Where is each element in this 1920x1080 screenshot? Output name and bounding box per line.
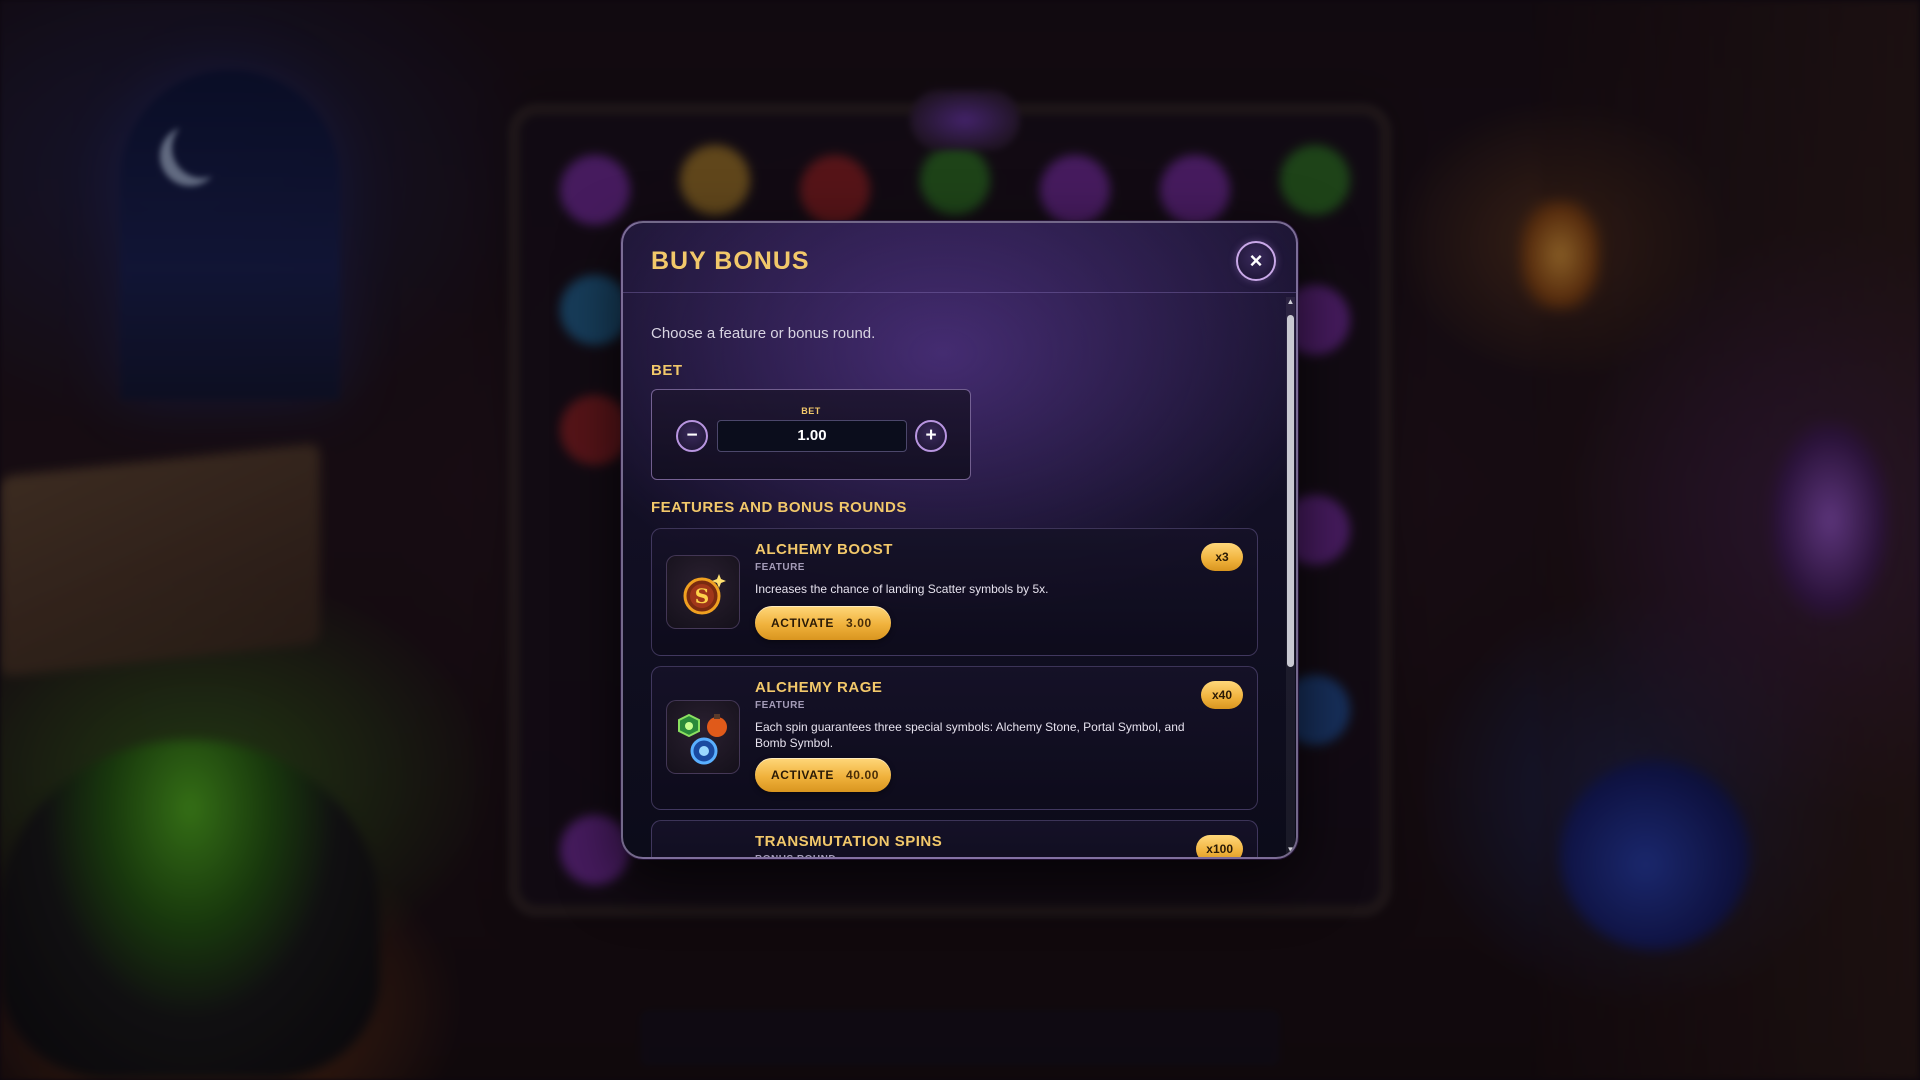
modal-title: BUY BONUS [651,247,810,275]
card-title: ALCHEMY BOOST [755,541,893,558]
activate-button[interactable]: ACTIVATE 3.00 [755,606,891,640]
activate-price: 40.00 [846,768,880,782]
multiplier-badge: x3 [1201,543,1243,571]
bet-control: BET − 1.00 + [651,389,971,480]
special-symbols-icon [666,700,740,774]
card-type: FEATURE [755,700,805,711]
svg-text:S: S [695,584,709,608]
feature-card-alchemy-rage: ALCHEMY RAGE FEATURE Each spin guarantee… [651,666,1258,810]
activate-label: ACTIVATE [771,616,835,630]
bet-decrease-button[interactable]: − [676,420,708,452]
card-title: ALCHEMY RAGE [755,679,883,696]
bonus-round-icon [666,857,740,859]
card-type: BONUS ROUND [755,854,836,857]
modal-scrollbar[interactable]: ▲ ▼ [1286,297,1295,855]
bet-increase-button[interactable]: + [915,420,947,452]
feature-card-alchemy-boost: S ALCHEMY BOOST FEATURE Increases the ch… [651,528,1258,656]
bonus-card-transmutation-spins: TRANSMUTATION SPINS BONUS ROUND x100 [651,820,1258,859]
card-description: Increases the chance of landing Scatter … [755,582,1049,596]
card-description: Each spin guarantees three special symbo… [755,720,1185,750]
scroll-up-icon[interactable]: ▲ [1286,297,1295,307]
features-heading: FEATURES AND BONUS ROUNDS [651,499,907,516]
intro-text: Choose a feature or bonus round. [651,325,876,342]
buy-bonus-modal: BUY BONUS × Choose a feature or bonus ro… [621,221,1298,859]
activate-button[interactable]: ACTIVATE 40.00 [755,758,891,792]
multiplier-badge: x40 [1201,681,1243,709]
close-button[interactable]: × [1236,241,1276,281]
bet-value-field[interactable]: 1.00 [717,420,907,452]
multiplier-badge: x100 [1196,835,1243,857]
bet-heading: BET [651,362,683,379]
card-title: TRANSMUTATION SPINS [755,833,943,850]
card-type: FEATURE [755,562,805,573]
scatter-s-symbol-icon: S [666,555,740,629]
scroll-down-icon[interactable]: ▼ [1286,845,1295,855]
modal-header: BUY BONUS × [623,223,1296,293]
activate-price: 3.00 [846,616,872,630]
activate-label: ACTIVATE [771,768,835,782]
close-icon: × [1249,248,1263,273]
modal-body: Choose a feature or bonus round. BET BET… [623,295,1283,859]
bet-mini-label: BET [801,406,821,416]
scrollbar-thumb[interactable] [1287,315,1294,667]
